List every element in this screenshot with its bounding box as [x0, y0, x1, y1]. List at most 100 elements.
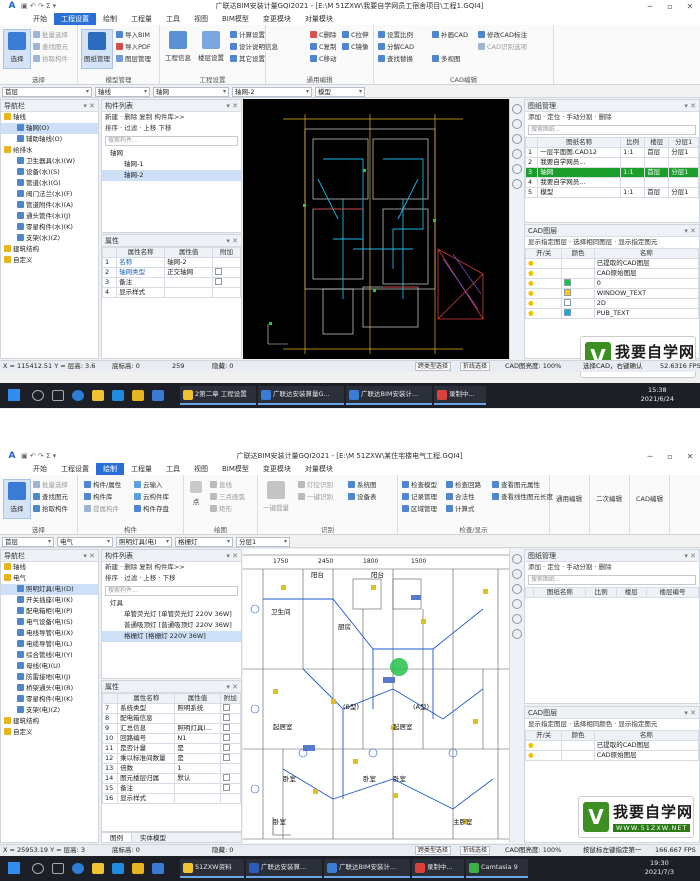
pick-cad-button[interactable]: 批量选择: [33, 481, 68, 490]
edge-icon[interactable]: [72, 863, 84, 874]
fit-view-icon[interactable]: [511, 164, 522, 174]
prop-row[interactable]: 7 系统类型 照明系统: [102, 703, 241, 714]
type-dropdown[interactable]: 照明灯具(电): [116, 536, 172, 547]
close-icon[interactable]: ▾ ✕: [226, 681, 238, 693]
c-mirror-button[interactable]: C镜像: [342, 43, 369, 52]
nav-item[interactable]: 支架(水)(Z): [1, 233, 98, 244]
tab-legend[interactable]: 图例: [102, 833, 132, 842]
prop-value[interactable]: [174, 793, 221, 804]
menu-tab[interactable]: 开始: [26, 463, 54, 475]
pin-icon[interactable]: ▾ ✕: [83, 100, 95, 112]
minimize-icon[interactable]: ─: [640, 2, 660, 11]
prop-value[interactable]: 正交轴网: [164, 267, 214, 278]
prop-attach[interactable]: [219, 723, 241, 734]
set-ratio-button[interactable]: 设置比例: [378, 31, 413, 40]
point-button[interactable]: 点: [186, 479, 206, 519]
prop-attach[interactable]: [212, 287, 241, 298]
drawing-toolbar[interactable]: 添加 · 定位 · 手动分割 · 删除: [525, 112, 699, 123]
attach-checkbox[interactable]: [222, 714, 230, 721]
nav-item[interactable]: 综合管线(电)(Y): [1, 650, 98, 661]
c-stretch-button[interactable]: C拉伸: [342, 31, 369, 40]
drawing-search-input[interactable]: 搜索图纸...: [528, 125, 696, 135]
close-icon[interactable]: ▾ ✕: [226, 100, 238, 112]
windows-start-icon[interactable]: [8, 862, 20, 874]
prop-row[interactable]: 16 显示样式: [102, 793, 241, 804]
zoom-icon[interactable]: [511, 584, 522, 594]
attach-checkbox[interactable]: [222, 784, 230, 791]
nav-item[interactable]: 给排水: [1, 145, 98, 156]
explorer-icon[interactable]: [132, 863, 144, 874]
layer-toggle[interactable]: ●: [525, 298, 563, 309]
menu-tab[interactable]: 工具: [159, 13, 187, 25]
taskbar-clock[interactable]: 15:38 2021/6/24: [641, 386, 674, 404]
layer-row[interactable]: ● 2D: [525, 298, 699, 309]
attach-checkbox[interactable]: [222, 754, 230, 761]
rect-button[interactable]: 矩形: [210, 505, 232, 514]
taskbar-app-1[interactable]: 51ZXW资料: [180, 859, 244, 878]
nav-item[interactable]: 防雷接地(电)(J): [1, 672, 98, 683]
prop-value[interactable]: N1: [174, 733, 221, 744]
nav-item[interactable]: 建筑结构: [1, 716, 98, 727]
prop-value[interactable]: [164, 277, 214, 288]
lightbulb-icon[interactable]: ●: [528, 280, 534, 288]
cloud-import-button[interactable]: 云输入: [134, 481, 163, 490]
maximize-icon[interactable]: ▫: [660, 2, 680, 11]
lightbulb-icon[interactable]: ●: [528, 290, 534, 298]
member-item[interactable]: 灯具: [102, 598, 241, 609]
prop-value[interactable]: 默认: [174, 773, 221, 784]
close-icon[interactable]: ✕: [680, 452, 700, 461]
pin-icon[interactable]: ▾ ✕: [83, 550, 95, 562]
drawing-row[interactable]: 4 我要自学网员...: [525, 177, 699, 188]
member-dropdown[interactable]: 格栅灯: [175, 536, 233, 547]
prop-attach[interactable]: [219, 773, 241, 784]
layer-toggle[interactable]: ●: [525, 258, 563, 269]
layer-toolbar[interactable]: 显示指定图层 · 选择相同图层 · 显示指定图元: [525, 237, 699, 248]
cross-type-select-button[interactable]: 跨类型选择: [415, 362, 452, 371]
select-button[interactable]: 选择: [3, 29, 31, 69]
c-delete-button[interactable]: C删除: [310, 31, 337, 40]
prop-attach[interactable]: [219, 793, 241, 804]
select-button[interactable]: 选择: [3, 479, 31, 519]
nav-item[interactable]: 通头管件(水)(J): [1, 211, 98, 222]
task-view-icon[interactable]: [52, 390, 64, 401]
refresh-icon[interactable]: [511, 179, 522, 189]
rotate-icon[interactable]: [511, 569, 522, 579]
gld-icon[interactable]: [152, 863, 164, 874]
prop-attach[interactable]: [212, 257, 241, 268]
list-toolbar-2[interactable]: 排序 · 过滤 · 上移 下移: [102, 123, 241, 134]
line-button[interactable]: 直线: [210, 481, 232, 490]
layer-toggle[interactable]: ●: [525, 750, 563, 761]
cad-edit-button[interactable]: CAD编辑: [636, 495, 663, 504]
menu-tab[interactable]: 工程量: [124, 13, 159, 25]
folder-icon[interactable]: [92, 863, 104, 874]
menu-tab[interactable]: 变更模块: [256, 13, 298, 25]
prop-value[interactable]: [174, 713, 221, 724]
find-element-button[interactable]: 查找图元: [33, 493, 68, 502]
member-item[interactable]: 普通吸顶灯 [普通吸顶灯 220V 36W]: [102, 620, 241, 631]
attach-checkbox[interactable]: [215, 278, 223, 285]
nav-item[interactable]: 桥架通头(电)(R): [1, 683, 98, 694]
drawing-row[interactable]: 1 一层平面图.CAD12 1:1 首层 分层1: [525, 147, 699, 158]
attach-checkbox[interactable]: [222, 744, 230, 751]
layer-toolbar[interactable]: 显示指定图层 · 选择相同颜色 · 显示指定图元: [525, 719, 699, 730]
close-icon[interactable]: ▾ ✕: [684, 225, 696, 237]
area-management-button[interactable]: 区域管理: [402, 505, 437, 514]
floor-setting-button[interactable]: 楼层设置: [194, 29, 228, 69]
quick-access-icon[interactable]: ▣ ↶ ↷ Σ ▾: [21, 452, 56, 460]
lightbulb-icon[interactable]: ●: [528, 300, 534, 308]
nav-item[interactable]: 卫生器具(水)(W): [1, 156, 98, 167]
find-replace-button[interactable]: 查找替换: [378, 55, 413, 64]
floor-dropdown[interactable]: 首层: [2, 86, 92, 97]
prop-row[interactable]: 13 倍数 1: [102, 763, 241, 774]
nav-item[interactable]: 阀门法兰(水)(F): [1, 189, 98, 200]
nav-item[interactable]: 轴网(O): [1, 123, 98, 134]
lightbulb-icon[interactable]: ●: [528, 270, 534, 278]
member-search-input[interactable]: 搜索构件...: [105, 586, 238, 596]
cad-brightness[interactable]: CAD图亮度: 100%: [505, 845, 561, 856]
close-icon[interactable]: ▾ ✕: [226, 235, 238, 247]
member-item[interactable]: 轴网: [102, 148, 241, 159]
ie-icon[interactable]: [112, 390, 124, 401]
find-element-button[interactable]: 查找图元: [33, 43, 68, 52]
calc-formula-button[interactable]: 计算式: [446, 505, 475, 514]
nav-item[interactable]: 轴线: [1, 562, 98, 573]
